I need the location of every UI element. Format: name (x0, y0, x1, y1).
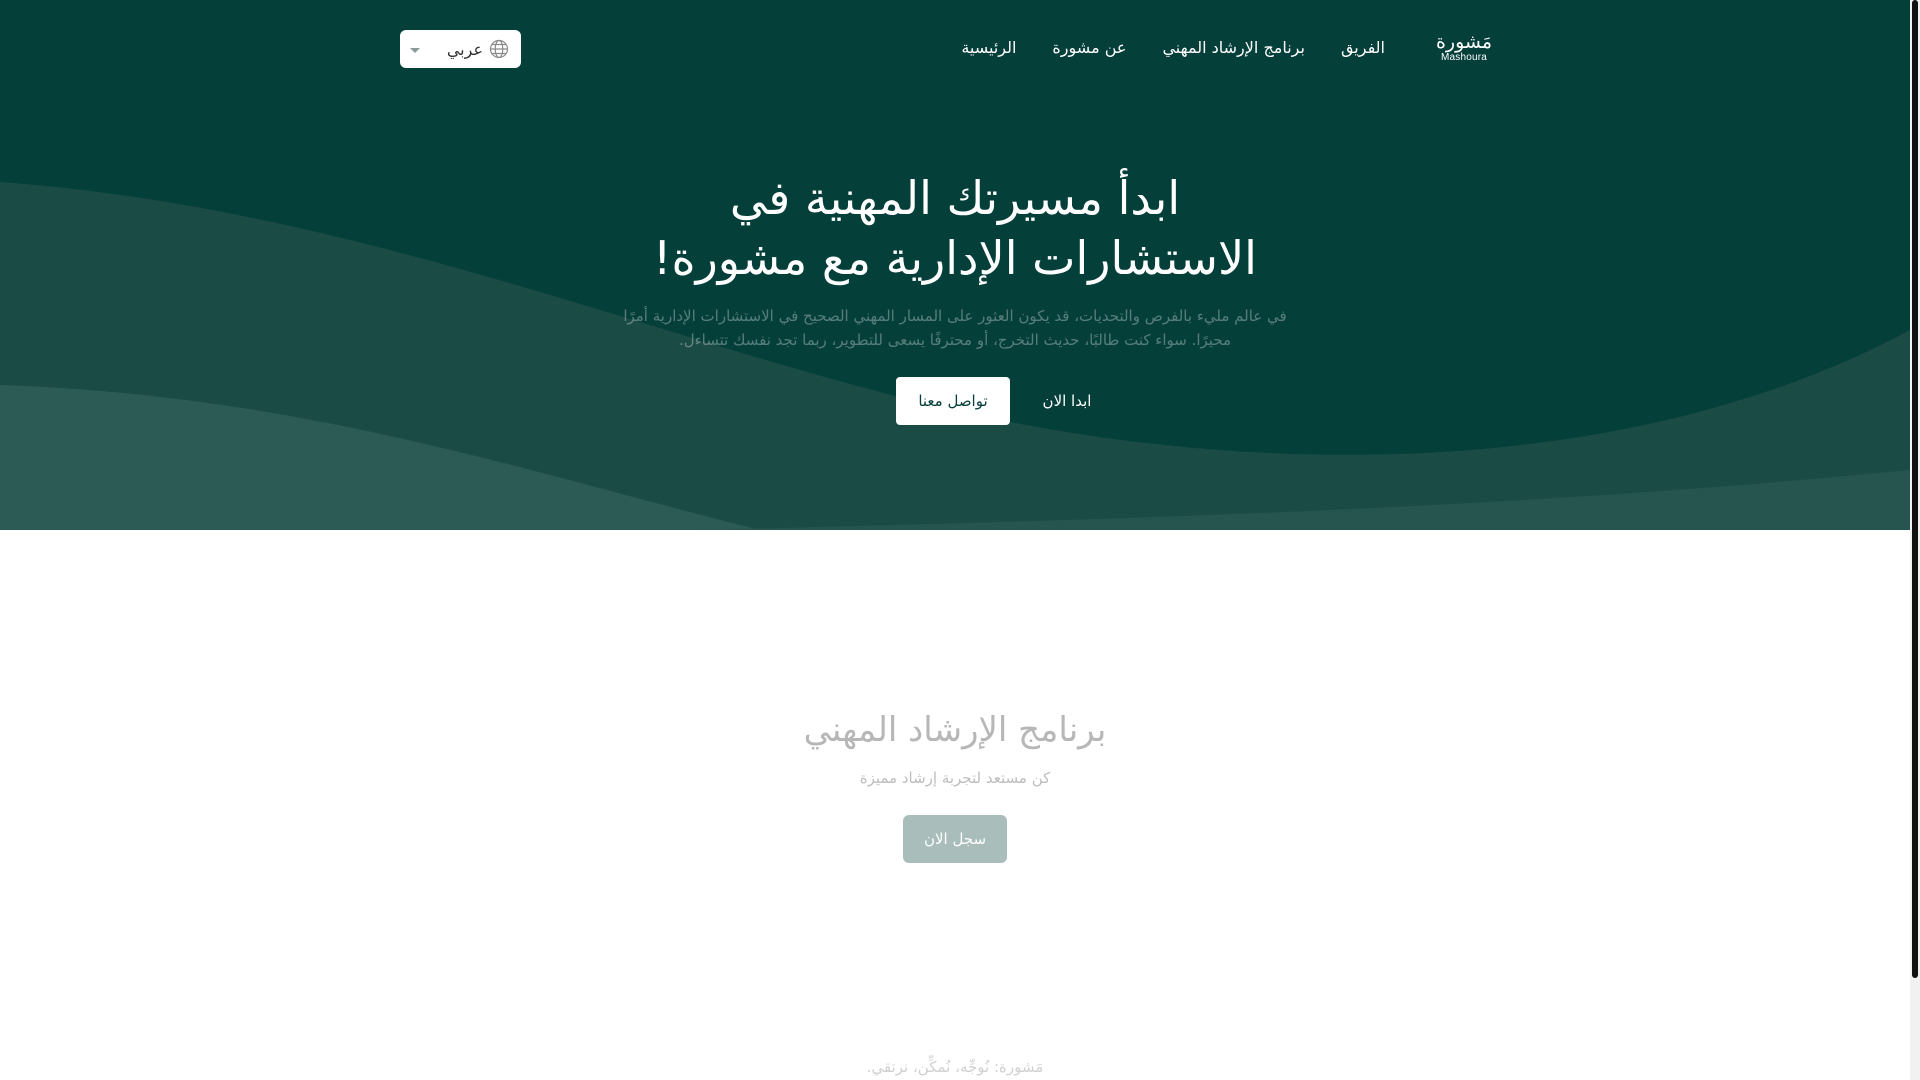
footer-tagline: مَشورة: نُوجِّه، نُمكِّن، نرتقي. (866, 1058, 1044, 1076)
brand-logo[interactable]: مَشورة Mashoura (1434, 32, 1494, 68)
hero-description-line2: محيرًا. سواء كنت طالبًا، حديث التخرج، أو… (678, 331, 1232, 349)
chevron-down-icon (410, 47, 420, 53)
brand-logo-arabic: مَشورة (1435, 31, 1493, 53)
brand-logo-english: Mashoura (1440, 52, 1488, 63)
hero-section: مَشورة Mashoura الرئيسية عن مشورة برنامج… (0, 0, 1910, 530)
hero-description-line1: في عالم مليء بالفرص والتحديات، قد يكون ا… (623, 307, 1287, 325)
nav-link-team[interactable]: الفريق (1341, 36, 1385, 60)
scrollbar-track[interactable] (1910, 0, 1920, 1080)
hero-title-line1: ابدأ مسيرتك المهنية في (729, 171, 1181, 225)
nav-link-about[interactable]: عن مشورة (1052, 36, 1126, 60)
globe-icon (489, 39, 509, 59)
hero-title-line2: الاستشارات الإدارية مع مشورة! (653, 231, 1257, 285)
hero-buttons: ابدا الان تواصل معنا (0, 377, 1910, 425)
contact-us-button[interactable]: تواصل معنا (896, 377, 1010, 425)
nav-links: الرئيسية عن مشورة برنامج الإرشاد المهني … (941, 36, 1385, 60)
language-label: عربي (446, 39, 483, 59)
nav-link-mentorship-program[interactable]: برنامج الإرشاد المهني (1162, 36, 1305, 60)
hero-description: في عالم مليء بالفرص والتحديات، قد يكون ا… (605, 304, 1305, 352)
nav-link-home[interactable]: الرئيسية (961, 36, 1016, 60)
start-now-button[interactable]: ابدا الان (1024, 377, 1110, 424)
scrollbar-thumb[interactable] (1912, 0, 1918, 978)
language-select[interactable]: عربي (400, 30, 521, 68)
page: مَشورة Mashoura الرئيسية عن مشورة برنامج… (0, 0, 1920, 1080)
top-navigation: مَشورة Mashoura الرئيسية عن مشورة برنامج… (0, 0, 1910, 98)
hero-title: ابدأ مسيرتك المهنية في الاستشارات الإدار… (0, 168, 1910, 288)
language-select-value: عربي (447, 39, 509, 59)
program-title: برنامج الإرشاد المهني (803, 710, 1107, 750)
program-subtitle: كن مستعد لتجربة إرشاد مميزة (859, 769, 1051, 787)
register-now-button[interactable]: سجل الان (903, 815, 1007, 863)
